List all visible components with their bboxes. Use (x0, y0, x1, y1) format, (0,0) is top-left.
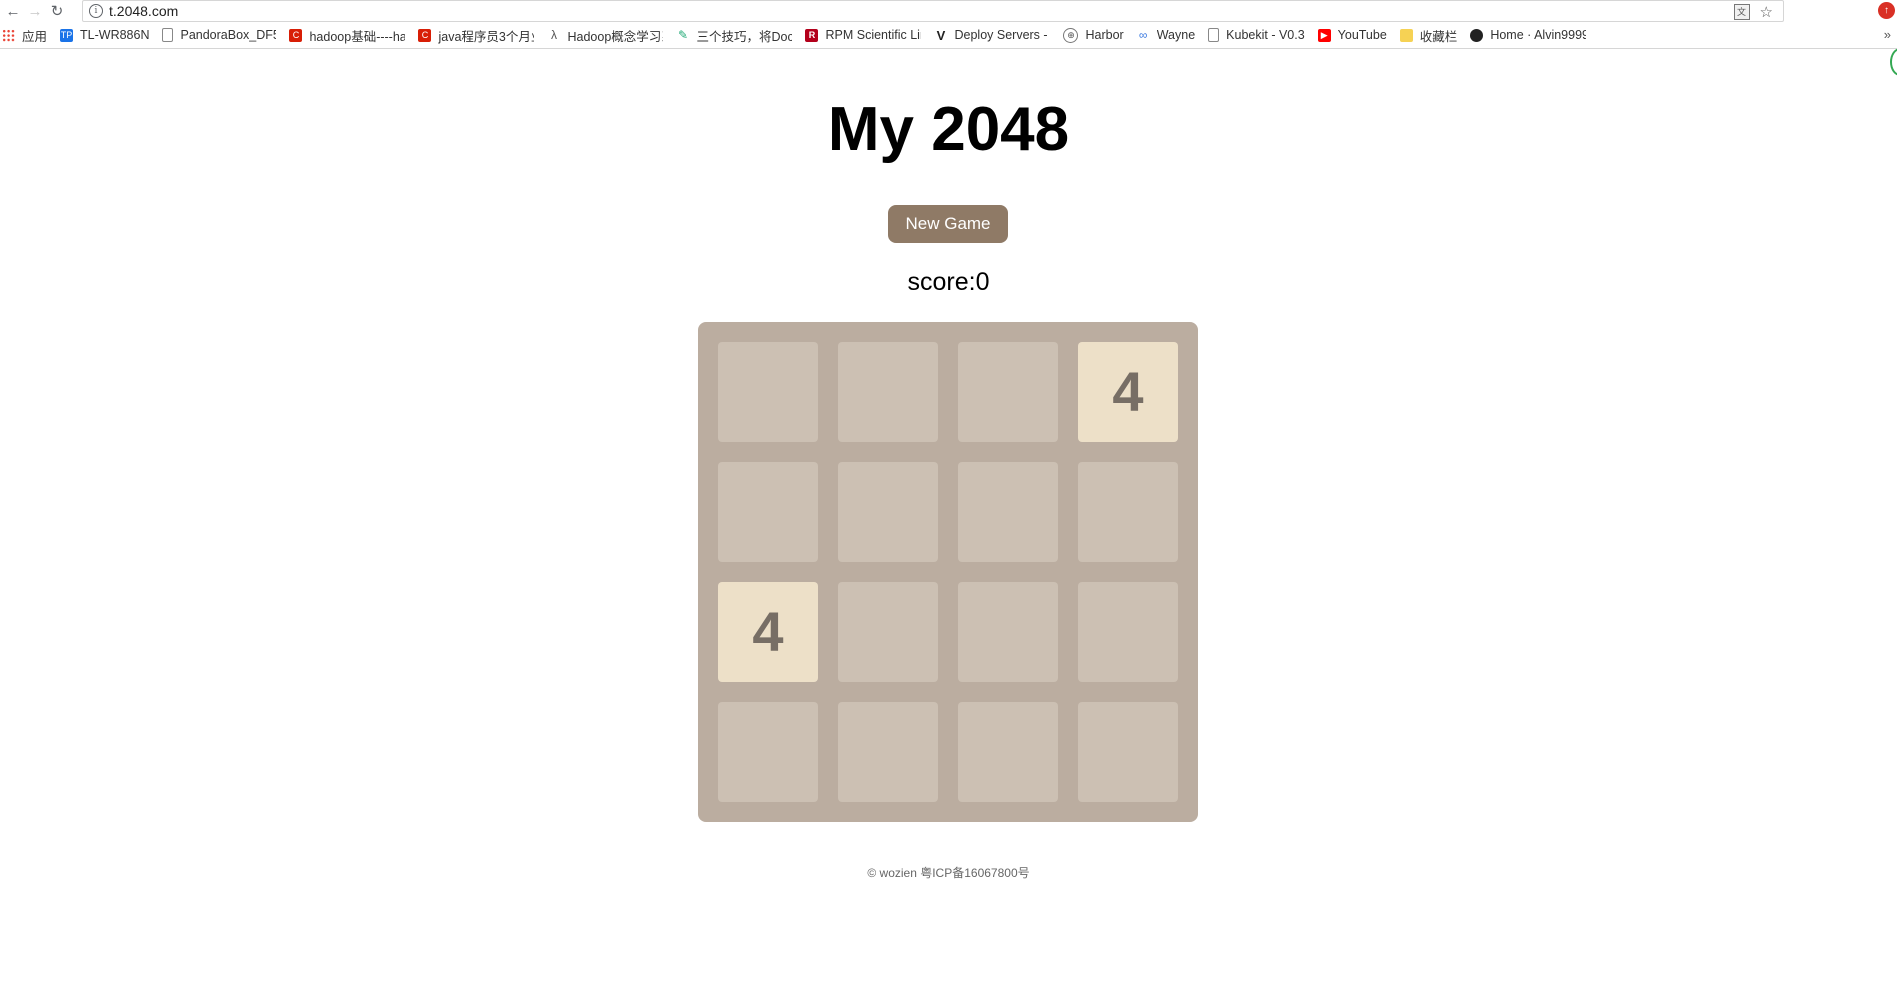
bookmark-docker-tips[interactable]: ✎ 三个技巧，将Docker (676, 26, 793, 45)
bookmark-pandorabox[interactable]: PandoraBox_DF50 (162, 28, 276, 42)
tile: 4 (1078, 342, 1178, 442)
grid-cell (718, 342, 818, 442)
grid-cell (838, 462, 938, 562)
bookmark-label: RPM Scientific Linux (825, 28, 921, 42)
browser-toolbar: ← → ↻ i t.2048.com 文 ☆ ↑ (0, 0, 1897, 22)
wayne-icon: ∞ (1138, 27, 1148, 42)
footer-copyright: © wozien 粤ICP备16067800号 (867, 866, 1030, 880)
grid-cell (958, 462, 1058, 562)
bookmark-hadoop-basics[interactable]: C hadoop基础----had (289, 26, 405, 45)
bookmark-label: Kubekit - V0.3 (1226, 28, 1305, 42)
game-board[interactable]: 44 (698, 322, 1198, 822)
bookmark-label: YouTube (1337, 28, 1387, 42)
tp-link-icon: TP (60, 28, 74, 42)
folder-icon (1399, 28, 1413, 42)
github-icon (1470, 28, 1484, 42)
extension-icon[interactable]: ↑ (1878, 2, 1895, 19)
csdn-icon: C (289, 28, 303, 42)
url-text[interactable]: t.2048.com (109, 3, 178, 19)
grid-cell (1078, 462, 1178, 562)
site-info-icon[interactable]: i (89, 4, 103, 18)
bookmark-label: 三个技巧，将Docker (696, 29, 793, 44)
tile: 4 (718, 582, 818, 682)
bookmark-deploy-servers[interactable]: V Deploy Servers - Vu (934, 27, 1051, 43)
csdn-icon: C (418, 28, 432, 42)
bookmark-harbor[interactable]: ⊕ Harbor (1063, 27, 1124, 43)
page-icon (1208, 28, 1220, 42)
grid-cell (958, 702, 1058, 802)
page-icon (162, 28, 174, 42)
forward-arrow-icon[interactable]: → (26, 2, 44, 20)
bookmark-wayne[interactable]: ∞ Wayne (1137, 28, 1195, 42)
address-bar[interactable]: i t.2048.com 文 ☆ (82, 0, 1784, 22)
bookmark-java-programmer[interactable]: C java程序员3个月业余 (418, 26, 534, 45)
bookmark-youtube[interactable]: ▶ YouTube (1317, 28, 1387, 42)
reload-icon[interactable]: ↻ (48, 2, 66, 20)
bookmark-label: hadoop基础----had (309, 29, 406, 44)
bookmark-kubekit[interactable]: Kubekit - V0.3 (1208, 28, 1305, 42)
youtube-icon: ▶ (1317, 28, 1331, 42)
grid-cell (718, 462, 818, 562)
note-icon: ✎ (677, 27, 689, 42)
grid-cell (838, 342, 938, 442)
harbor-icon: ⊕ (1063, 27, 1079, 43)
rpm-icon: R (805, 28, 819, 42)
bookmark-apps[interactable]: 应用 (2, 26, 47, 45)
floating-extension-icon[interactable] (1890, 48, 1897, 76)
bookmark-label: TL-WR886N (80, 28, 150, 42)
back-arrow-icon[interactable]: ← (4, 2, 22, 20)
new-game-button[interactable]: New Game (888, 205, 1008, 243)
bookmark-rpm-scientific[interactable]: R RPM Scientific Linux (805, 28, 921, 42)
page-title: My 2048 (827, 95, 1070, 164)
bookmark-label: 应用 (22, 29, 48, 44)
grid-cell (958, 582, 1058, 682)
grid-cell (838, 702, 938, 802)
apps-grid-icon (2, 28, 15, 42)
grid-cell (1078, 582, 1178, 682)
vultr-icon: V (936, 27, 946, 43)
bookmark-label: Wayne (1156, 28, 1196, 42)
bookmark-label: Harbor (1085, 28, 1124, 42)
bookmark-tl-wr886n[interactable]: TP TL-WR886N (60, 28, 149, 42)
score-display: score:0 (907, 268, 990, 296)
bookmark-label: PandoraBox_DF50 (180, 28, 277, 42)
bookmark-label: java程序员3个月业余 (438, 29, 534, 44)
translate-icon[interactable]: 文 (1733, 4, 1750, 20)
bookmark-hadoop-concepts[interactable]: λ Hadoop概念学习系列 (547, 26, 664, 45)
bookmark-star-icon[interactable]: ☆ (1760, 5, 1773, 20)
lambda-icon: λ (550, 27, 557, 42)
bookmarks-bar: 应用 TP TL-WR886N PandoraBox_DF50 C hadoop… (0, 22, 1897, 49)
bookmark-folder[interactable]: 收藏栏 (1399, 26, 1458, 45)
grid-cell (718, 702, 818, 802)
bookmark-label: Home · Alvin9999/n (1490, 28, 1586, 42)
bookmark-label: Deploy Servers - Vu (954, 28, 1050, 42)
grid-cell (958, 342, 1058, 442)
bookmark-label: 收藏栏 (1419, 29, 1458, 44)
bookmarks-overflow-icon[interactable]: » (1884, 27, 1891, 42)
bookmark-label: Hadoop概念学习系列 (567, 29, 663, 44)
bookmark-github-home[interactable]: Home · Alvin9999/n (1470, 28, 1586, 42)
grid-cell (838, 582, 938, 682)
grid-cell (1078, 702, 1178, 802)
